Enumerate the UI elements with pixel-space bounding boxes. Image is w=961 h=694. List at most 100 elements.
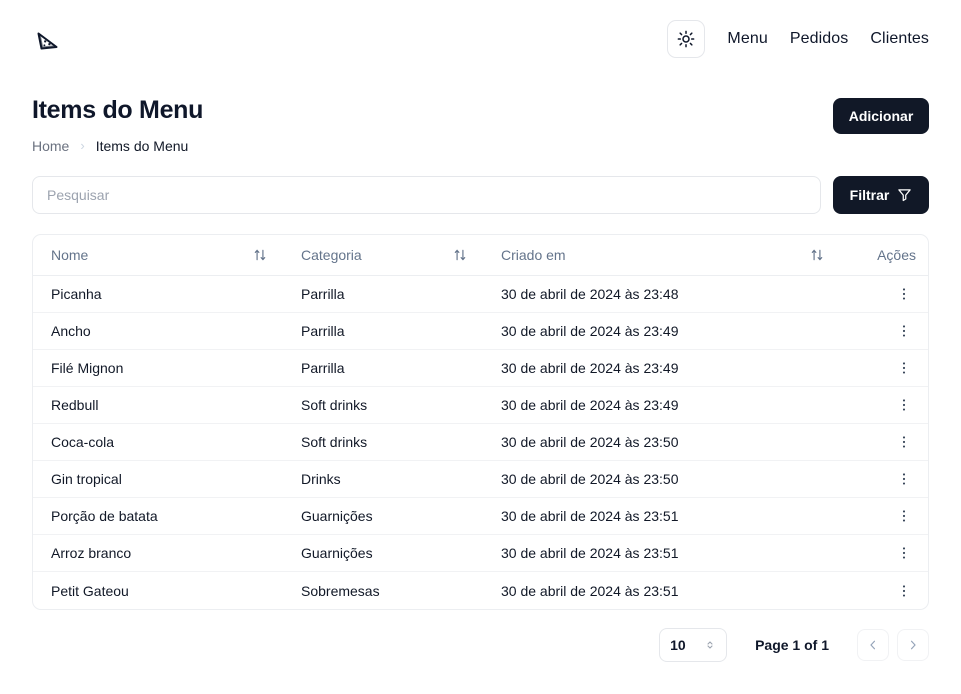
cell-criado-em: 30 de abril de 2024 às 23:51 <box>483 535 840 572</box>
nav-links-group: Menu Pedidos Clientes <box>667 20 929 58</box>
menu-items-table-card: Nome Categoria <box>32 234 929 610</box>
add-item-button[interactable]: Adicionar <box>833 98 929 134</box>
menu-items-table: Nome Categoria <box>33 235 928 609</box>
page-title: Items do Menu <box>32 96 203 125</box>
kebab-menu-icon[interactable] <box>892 319 916 343</box>
page-size-value: 10 <box>670 637 686 653</box>
pizza-slice-logo[interactable] <box>32 23 64 55</box>
table-row[interactable]: Filé MignonParrilla30 de abril de 2024 à… <box>33 350 928 387</box>
page-header-text: Items do Menu Home › Items do Menu <box>32 96 203 154</box>
cell-actions <box>840 535 928 572</box>
cell-nome: Arroz branco <box>33 535 283 572</box>
sort-updown-icon-criado-em[interactable] <box>810 248 824 262</box>
filter-button[interactable]: Filtrar <box>833 176 929 214</box>
cell-categoria: Soft drinks <box>283 387 483 424</box>
cell-nome: Porção de batata <box>33 498 283 535</box>
cell-nome: Ancho <box>33 313 283 350</box>
column-header-criado-em-label: Criado em <box>501 247 566 263</box>
theme-toggle-button[interactable] <box>667 20 705 58</box>
table-row[interactable]: Gin tropicalDrinks30 de abril de 2024 às… <box>33 461 928 498</box>
column-header-acoes: Ações <box>840 235 928 276</box>
kebab-menu-icon[interactable] <box>892 504 916 528</box>
cell-criado-em: 30 de abril de 2024 às 23:50 <box>483 461 840 498</box>
page-nav-buttons <box>857 629 929 661</box>
table-row[interactable]: AnchoParrilla30 de abril de 2024 às 23:4… <box>33 313 928 350</box>
cell-actions <box>840 498 928 535</box>
cell-criado-em: 30 de abril de 2024 às 23:49 <box>483 387 840 424</box>
cell-nome: Petit Gateou <box>33 572 283 609</box>
table-header-row: Nome Categoria <box>33 235 928 276</box>
cell-categoria: Parrilla <box>283 350 483 387</box>
search-toolbar: Filtrar <box>32 176 929 214</box>
sort-updown-icon-categoria[interactable] <box>453 248 467 262</box>
funnel-icon <box>897 187 912 202</box>
table-head: Nome Categoria <box>33 235 928 276</box>
sun-icon <box>677 30 695 48</box>
table-row[interactable]: Coca-colaSoft drinks30 de abril de 2024 … <box>33 424 928 461</box>
breadcrumb-item-home[interactable]: Home <box>32 138 69 154</box>
chevron-updown-icon <box>704 639 716 651</box>
cell-categoria: Parrilla <box>283 313 483 350</box>
chevron-right-icon <box>906 638 920 652</box>
cell-criado-em: 30 de abril de 2024 às 23:51 <box>483 498 840 535</box>
kebab-menu-icon[interactable] <box>892 430 916 454</box>
cell-nome: Picanha <box>33 276 283 313</box>
page-root: Menu Pedidos Clientes Items do Menu Home… <box>0 0 961 694</box>
table-row[interactable]: RedbullSoft drinks30 de abril de 2024 às… <box>33 387 928 424</box>
cell-actions <box>840 461 928 498</box>
pagination-bar: 10 Page 1 of 1 <box>32 628 929 662</box>
breadcrumb-item-current: Items do Menu <box>96 138 189 154</box>
filter-button-label: Filtrar <box>850 187 890 203</box>
chevron-left-icon <box>866 638 880 652</box>
kebab-menu-icon[interactable] <box>892 393 916 417</box>
cell-actions <box>840 572 928 609</box>
table-row[interactable]: Petit GateouSobremesas30 de abril de 202… <box>33 572 928 609</box>
chevron-right-icon: › <box>80 138 84 153</box>
next-page-button[interactable] <box>897 629 929 661</box>
cell-actions <box>840 276 928 313</box>
cell-categoria: Soft drinks <box>283 424 483 461</box>
column-header-nome[interactable]: Nome <box>33 235 283 276</box>
search-input[interactable] <box>32 176 821 214</box>
cell-actions <box>840 424 928 461</box>
cell-categoria: Drinks <box>283 461 483 498</box>
column-header-categoria[interactable]: Categoria <box>283 235 483 276</box>
table-row[interactable]: PicanhaParrilla30 de abril de 2024 às 23… <box>33 276 928 313</box>
table-row[interactable]: Arroz brancoGuarnições30 de abril de 202… <box>33 535 928 572</box>
top-navigation-bar: Menu Pedidos Clientes <box>0 0 961 78</box>
cell-nome: Filé Mignon <box>33 350 283 387</box>
kebab-menu-icon[interactable] <box>892 356 916 380</box>
nav-link-menu[interactable]: Menu <box>727 30 767 48</box>
cell-nome: Coca-cola <box>33 424 283 461</box>
page-indicator-label: Page 1 of 1 <box>755 637 829 653</box>
cell-nome: Redbull <box>33 387 283 424</box>
page-header: Items do Menu Home › Items do Menu Adici… <box>0 78 961 154</box>
column-header-categoria-label: Categoria <box>301 247 362 263</box>
cell-actions <box>840 313 928 350</box>
kebab-menu-icon[interactable] <box>892 467 916 491</box>
sort-updown-icon-nome[interactable] <box>253 248 267 262</box>
kebab-menu-icon[interactable] <box>892 541 916 565</box>
cell-criado-em: 30 de abril de 2024 às 23:51 <box>483 572 840 609</box>
cell-categoria: Sobremesas <box>283 572 483 609</box>
table-row[interactable]: Porção de batataGuarnições30 de abril de… <box>33 498 928 535</box>
page-size-select[interactable]: 10 <box>659 628 727 662</box>
column-header-nome-label: Nome <box>51 247 88 263</box>
table-body: PicanhaParrilla30 de abril de 2024 às 23… <box>33 276 928 609</box>
cell-criado-em: 30 de abril de 2024 às 23:49 <box>483 313 840 350</box>
cell-actions <box>840 387 928 424</box>
cell-categoria: Guarnições <box>283 498 483 535</box>
nav-link-pedidos[interactable]: Pedidos <box>790 30 849 48</box>
cell-categoria: Guarnições <box>283 535 483 572</box>
column-header-acoes-label: Ações <box>877 247 916 263</box>
column-header-criado-em[interactable]: Criado em <box>483 235 840 276</box>
cell-criado-em: 30 de abril de 2024 às 23:50 <box>483 424 840 461</box>
kebab-menu-icon[interactable] <box>892 579 916 603</box>
cell-categoria: Parrilla <box>283 276 483 313</box>
cell-actions <box>840 350 928 387</box>
cell-criado-em: 30 de abril de 2024 às 23:48 <box>483 276 840 313</box>
previous-page-button[interactable] <box>857 629 889 661</box>
nav-link-clientes[interactable]: Clientes <box>870 30 929 48</box>
cell-criado-em: 30 de abril de 2024 às 23:49 <box>483 350 840 387</box>
kebab-menu-icon[interactable] <box>892 282 916 306</box>
